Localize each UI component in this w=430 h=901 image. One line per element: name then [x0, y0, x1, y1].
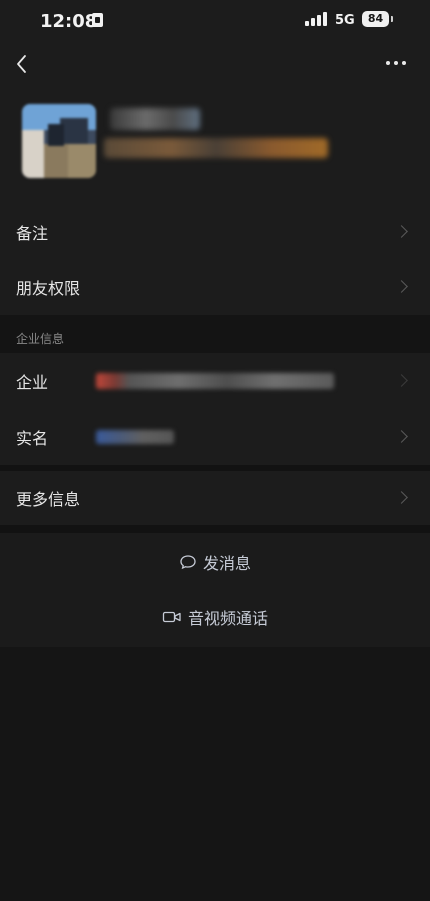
friend-permissions-label: 朋友权限 [16, 278, 81, 298]
contact-actions: 发消息 音视频通话 [0, 533, 430, 647]
profile-header [0, 94, 430, 204]
enterprise-group: 企业 实名 [0, 353, 430, 465]
more-button[interactable] [386, 58, 412, 68]
send-message-button[interactable]: 发消息 [0, 542, 430, 582]
send-message-label: 发消息 [202, 554, 251, 573]
avatar[interactable] [22, 104, 96, 178]
more-dots-icon [386, 61, 390, 65]
video-call-button[interactable]: 音视频通话 [0, 597, 430, 637]
profile-name-redacted [110, 108, 200, 130]
real-name-row[interactable]: 实名 [0, 409, 430, 465]
signal-icon [305, 12, 327, 26]
battery-icon: 84 [362, 11, 393, 27]
remark-row[interactable]: 备注 [0, 204, 430, 259]
company-row[interactable]: 企业 [0, 353, 430, 409]
company-label: 企业 [16, 373, 49, 392]
contact-settings-group: 备注 朋友权限 [0, 204, 430, 315]
orientation-lock-icon [92, 13, 103, 27]
contact-profile-screen: 12:08 5G 84 备注 朋友权限 企业信息 企业 实名 更多信息 发消息 … [0, 0, 430, 901]
enterprise-section-header: 企业信息 [0, 315, 430, 353]
real-name-label: 实名 [16, 429, 49, 448]
status-bar: 12:08 5G 84 [0, 0, 430, 44]
real-name-value-redacted [96, 430, 174, 444]
company-value-redacted [96, 373, 334, 389]
section-gap [0, 525, 430, 533]
back-button[interactable] [10, 52, 34, 76]
profile-id-redacted [104, 138, 328, 158]
more-info-group: 更多信息 [0, 471, 430, 525]
enterprise-section-title: 企业信息 [16, 332, 65, 346]
friend-permissions-row[interactable]: 朋友权限 [0, 259, 430, 314]
more-info-row[interactable]: 更多信息 [0, 471, 430, 525]
video-call-label: 音视频通话 [187, 609, 268, 628]
chevron-right-icon [395, 224, 408, 238]
empty-area [0, 647, 430, 901]
chevron-right-icon [395, 491, 408, 504]
chat-bubble-icon [180, 555, 196, 570]
remark-label: 备注 [16, 223, 49, 243]
video-camera-icon [162, 611, 181, 623]
chevron-right-icon [395, 374, 408, 387]
chevron-left-icon [17, 55, 26, 73]
nav-bar [0, 44, 430, 94]
chevron-right-icon [395, 430, 408, 443]
chevron-right-icon [395, 279, 408, 293]
more-info-label: 更多信息 [16, 490, 81, 509]
status-time: 12:08 [40, 11, 98, 32]
network-type: 5G [335, 13, 355, 28]
